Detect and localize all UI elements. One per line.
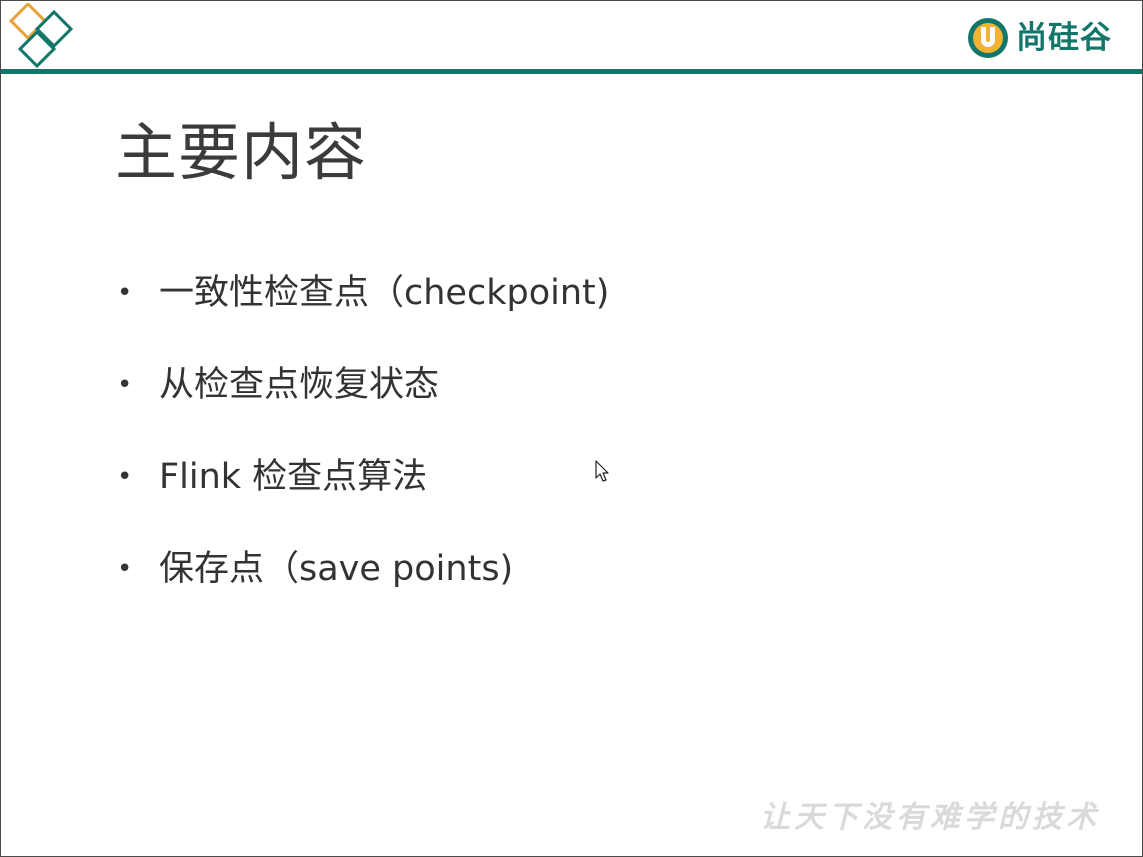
- slide: 尚硅谷 主要内容 • 一致性检查点（checkpoint) • 从检查点恢复状态…: [0, 0, 1143, 857]
- bullet-item-recover-state: • 从检查点恢复状态: [113, 359, 609, 451]
- bullet-dot: •: [117, 462, 133, 492]
- brand-name: 尚硅谷: [1016, 19, 1112, 56]
- bullet-text: 一致性检查点（checkpoint): [159, 273, 610, 313]
- bullet-text: 从检查点恢复状态: [159, 365, 440, 405]
- bullet-dot: •: [117, 278, 133, 308]
- bullet-dot: •: [117, 370, 133, 400]
- bullet-text: 保存点（save points): [159, 549, 514, 589]
- bullet-dot: •: [117, 554, 133, 584]
- slide-title: 主要内容: [115, 116, 368, 189]
- mouse-pointer-icon: [595, 460, 609, 482]
- interlocking-diamonds-icon: [8, 3, 74, 69]
- bullet-item-save-points: • 保存点（save points): [113, 543, 609, 635]
- header-divider: [1, 69, 1142, 74]
- bullet-list: • 一致性检查点（checkpoint) • 从检查点恢复状态 • Flink …: [113, 267, 609, 635]
- slide-header: 尚硅谷: [1, 1, 1142, 75]
- bullet-item-checkpoint-algorithm: • Flink 检查点算法: [113, 451, 609, 543]
- bullet-text: Flink 检查点算法: [159, 457, 428, 497]
- brand-logo: 尚硅谷: [966, 15, 1112, 61]
- u-circle-logo-icon: [968, 18, 1008, 58]
- slogan-watermark: 让天下没有难学的技术: [760, 800, 1100, 835]
- bullet-item-checkpoint: • 一致性检查点（checkpoint): [113, 267, 609, 359]
